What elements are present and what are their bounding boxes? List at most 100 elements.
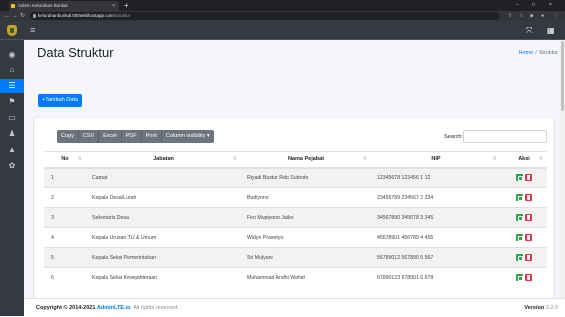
column-visibility-button[interactable]: Column visibility ▾ [161,130,214,143]
edit-icon[interactable] [516,254,523,261]
cell-aksi [501,207,547,228]
hamburger-icon[interactable]: ≡ [30,21,35,40]
flag-icon[interactable]: ⚑ [0,95,24,109]
delete-icon[interactable] [525,194,532,201]
tab-title: Admin Kelurahan Bunkal [18,3,68,8]
address-bar[interactable]: kelurahanbunkal.000webhostapp.com/strukt… [30,12,500,20]
cell-no: 3 [44,207,86,228]
table-body: 1 Camat Riyadi Bustur Rdo Subroto 123456… [44,167,547,288]
edit-icon[interactable] [516,274,523,282]
window-close-icon[interactable]: × [549,0,552,11]
delete-icon[interactable] [525,174,532,182]
breadcrumb-separator: / [535,50,537,56]
image-icon[interactable]: ▭ [0,111,24,125]
adminlte-link[interactable]: AdminLTE.io [97,305,131,311]
list-icon[interactable]: ☰ [0,79,24,93]
lock-nav-icon[interactable]: ▲ [0,143,24,157]
cell-nama: Widyo Prasetyo [241,227,371,248]
column-header-label: Aksi [518,156,530,163]
profile-icon[interactable]: ● [541,11,544,21]
star-icon[interactable]: ☆ [519,11,523,21]
excel-button[interactable]: Excel [99,130,122,143]
breadcrumb-home-link[interactable]: Home [519,50,534,56]
minimize-icon[interactable]: – [516,0,519,11]
page-title: Data Struktur [37,45,114,60]
menu-icon[interactable]: ⋮ [553,11,558,21]
browser-tab-strip: Admin Kelurahan Bunkal × + – □ × [0,0,565,11]
data-card: Copy CSV Excel PDF Print Column visibili… [34,118,554,298]
add-data-button[interactable]: +Tambah Data [38,94,82,107]
cell-no: 5 [44,247,86,268]
edit-icon[interactable] [516,194,523,201]
cell-no: 1 [44,167,86,188]
cell-no: 6 [44,267,86,288]
tab-close-icon[interactable]: × [112,1,115,11]
extensions-icon[interactable]: ■ [530,11,533,21]
table-row: 5 Kepala Seksi Pemerintahan Sri Mulyani … [44,247,547,268]
delete-icon[interactable] [525,254,532,261]
reload-icon[interactable]: ↻ [20,11,25,21]
dashboard-icon[interactable]: ◉ [0,48,24,62]
search-label: Search: [444,134,463,140]
brand-logo[interactable] [0,21,24,40]
bank-icon[interactable]: ⌂ [0,63,24,77]
delete-icon[interactable] [525,234,532,241]
cell-aksi [501,167,547,188]
breadcrumb-current: Struktur [538,50,558,56]
column-header-nip[interactable]: NIP ⇅ [371,151,501,169]
footer: Copyright © 2014-2021 AdminLTE.io. All r… [24,298,565,316]
cell-nip: 56789012 567890 5 567 [371,247,501,268]
sort-icon: ⇅ [492,156,497,162]
apps-icon[interactable]: ▦ [547,21,555,40]
pdf-button[interactable]: PDF [121,130,142,143]
cell-nama: Riyadi Bustur Rdo Subroto [241,167,371,188]
sidebar: ◉ ⌂ ☰ ⚑ ▭ ♟ ▲ ✿ [0,21,24,316]
copy-button[interactable]: Copy [57,130,79,143]
cell-nip: 45678901 456789 4 456 [371,227,501,248]
edit-icon[interactable] [516,214,523,221]
breadcrumb: Home / Struktur [519,50,558,56]
cell-jabatan: Camat [86,167,241,188]
column-header-label: Nama Pejabat [287,156,325,163]
share-icon[interactable]: ⇪ [508,11,512,21]
maximize-icon[interactable]: □ [532,0,535,11]
delete-icon[interactable] [525,214,532,221]
new-tab-button[interactable]: + [124,0,129,11]
content-wrapper: Data Struktur Home / Struktur +Tambah Data… [24,40,565,316]
user-icon[interactable]: ♟ [0,127,24,141]
browser-tab[interactable]: Admin Kelurahan Bunkal × [9,1,119,11]
cell-nama: Sri Mulyani [241,247,371,268]
forward-icon[interactable]: → [12,11,18,21]
back-icon[interactable]: ← [4,11,10,21]
delete-icon[interactable] [525,274,532,282]
settings-icon[interactable]: ✿ [0,159,24,173]
cell-nip: 12345678 123456 1 12 [371,167,501,188]
column-header-nama-pejabat[interactable]: Nama Pejabat ⇅ [241,151,371,169]
table-row: 1 Camat Riyadi Bustur Rdo Subroto 123456… [44,167,547,188]
column-header-label: Jabatan [153,156,174,163]
copyright-suffix: . All rights reserved. [130,305,179,311]
cell-nama: Firo Mupiyono Jaiko [241,207,371,228]
cell-jabatan: Kepala Urusan TU & Umum [86,227,241,248]
csv-button[interactable]: CSV [78,130,100,143]
sort-icon: ⇅ [77,156,82,162]
cell-nama: Muhammad Andhi Wahid [241,267,371,288]
column-header-jabatan[interactable]: Jabatan ⇅ [86,151,241,169]
version-label: Version [524,305,545,311]
cell-no: 4 [44,227,86,248]
cell-aksi [501,267,547,288]
column-header-aksi[interactable]: Aksi ⇅ [501,151,547,169]
table-row: 3 Sekretaris Desa Firo Mupiyono Jaiko 34… [44,207,547,228]
edit-icon[interactable] [516,174,523,182]
edit-icon[interactable] [516,234,523,241]
cell-jabatan: Kepala Desa/Lurah [86,187,241,208]
copyright-prefix: Copyright © 2014-2021 [36,305,96,311]
scrollbar-thumb[interactable] [561,41,564,111]
print-button[interactable]: Print [141,130,162,143]
fullscreen-icon[interactable]: ⤧ [526,21,532,40]
column-header-no[interactable]: No ⇅ [44,151,86,169]
cell-no: 2 [44,187,86,208]
cell-nip: 23456789 234567 2 234 [371,187,501,208]
sort-icon: ⇅ [538,156,543,162]
search-input[interactable] [463,130,547,143]
